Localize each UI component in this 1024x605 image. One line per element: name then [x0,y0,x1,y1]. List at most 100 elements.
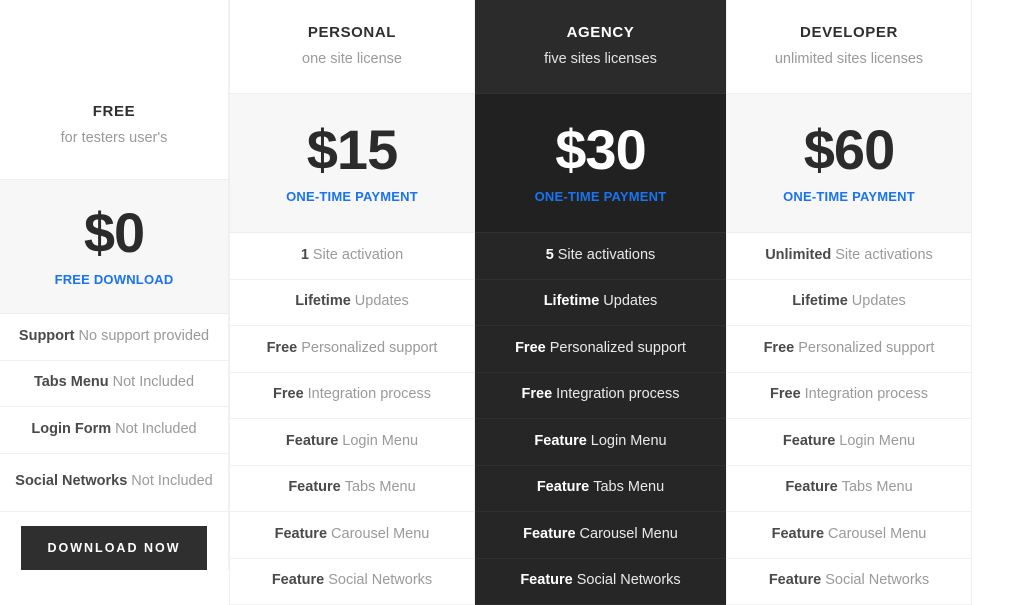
feature-row: FreeIntegration process [475,373,726,420]
plan-subtitle: one site license [302,51,402,68]
feature-value: Login Menu [342,432,418,452]
feature-list-agency: 5Site activationsLifetimeUpdatesFreePers… [475,233,726,605]
feature-label: Free [515,339,546,359]
feature-value: Updates [355,292,409,312]
feature-label: Free [273,385,304,405]
feature-row: FeatureTabs Menu [475,466,726,513]
pricing-column-personal: PERSONAL one site license $15 ONE-TIME P… [229,0,475,605]
plan-name: PERSONAL [308,24,396,42]
feature-row: SupportNo support provided [0,314,228,361]
feature-row: UnlimitedSite activations [727,233,971,280]
feature-value: No support provided [79,327,210,347]
feature-label: Feature [534,432,586,452]
pricing-column-free: FREE for testers user's $0 FREE DOWNLOAD… [0,0,229,570]
feature-label: Free [764,339,795,359]
feature-row: FeatureSocial Networks [475,559,726,605]
plan-price-block: $30 ONE-TIME PAYMENT [475,94,726,233]
feature-value: Personalized support [301,339,437,359]
feature-value: Login Menu [591,432,667,452]
price-amount: $60 [804,122,894,178]
feature-label: Free [522,385,553,405]
plan-name: AGENCY [567,24,635,42]
plan-header-free: FREE for testers user's [0,72,228,180]
feature-value: Carousel Menu [331,525,429,545]
feature-label: Feature [772,525,824,545]
feature-value: Not Included [113,373,194,393]
feature-list-developer: UnlimitedSite activationsLifetimeUpdates… [727,233,971,605]
feature-value: Tabs Menu [345,478,416,498]
feature-row: Social NetworksNot Included [0,454,228,512]
feature-label: 1 [301,246,309,266]
feature-row: FeatureSocial Networks [727,559,971,605]
feature-value: Updates [603,292,657,312]
feature-label: Feature [520,571,572,591]
plan-header-developer: DEVELOPER unlimited sites licenses [727,0,971,94]
plan-price-block: $0 FREE DOWNLOAD [0,180,228,314]
feature-value: Site activation [313,246,403,266]
pricing-column-agency: AGENCY five sites licenses $30 ONE-TIME … [475,0,726,605]
feature-value: Social Networks [328,571,432,591]
feature-label: Free [770,385,801,405]
feature-row: Login FormNot Included [0,407,228,454]
feature-value: Carousel Menu [580,525,678,545]
feature-value: Updates [852,292,906,312]
feature-value: Site activations [835,246,933,266]
plan-price-block: $60 ONE-TIME PAYMENT [727,94,971,233]
feature-label: Feature [783,432,835,452]
feature-row: FeatureCarousel Menu [475,512,726,559]
feature-label: Feature [523,525,575,545]
feature-value: Social Networks [825,571,929,591]
feature-row: FeatureTabs Menu [727,466,971,513]
feature-list-personal: 1Site activationLifetimeUpdatesFreePerso… [230,233,474,605]
pricing-column-developer: DEVELOPER unlimited sites licenses $60 O… [726,0,972,605]
feature-label: Login Form [31,420,111,440]
plan-header-personal: PERSONAL one site license [230,0,474,94]
price-note: FREE DOWNLOAD [55,272,174,288]
feature-row: FeatureLogin Menu [475,419,726,466]
feature-row: FeatureLogin Menu [727,419,971,466]
plan-subtitle: unlimited sites licenses [775,51,923,68]
feature-label: Lifetime [295,292,351,312]
feature-value: Integration process [556,385,679,405]
feature-row: LifetimeUpdates [230,280,474,327]
feature-row: FeatureLogin Menu [230,419,474,466]
feature-label: Feature [785,478,837,498]
feature-value: Social Networks [577,571,681,591]
plan-name: FREE [93,103,135,121]
feature-value: Personalized support [550,339,686,359]
plan-price-block: $15 ONE-TIME PAYMENT [230,94,474,233]
feature-row: FeatureTabs Menu [230,466,474,513]
feature-row: FreeIntegration process [230,373,474,420]
plan-header-agency: AGENCY five sites licenses [475,0,726,94]
download-now-button[interactable]: Download Now [21,526,206,570]
feature-label: Free [267,339,298,359]
feature-row: LifetimeUpdates [475,280,726,327]
price-amount: $15 [307,122,397,178]
feature-value: Integration process [805,385,928,405]
feature-value: Tabs Menu [842,478,913,498]
feature-label: Feature [275,525,327,545]
feature-row: FeatureSocial Networks [230,559,474,605]
feature-label: Social Networks [15,472,127,492]
feature-row: LifetimeUpdates [727,280,971,327]
feature-value: Carousel Menu [828,525,926,545]
feature-row: FeatureCarousel Menu [727,512,971,559]
plan-subtitle: for testers user's [61,130,168,147]
price-note: ONE-TIME PAYMENT [783,189,915,205]
feature-row: 1Site activation [230,233,474,280]
feature-label: Unlimited [765,246,831,266]
feature-value: Tabs Menu [593,478,664,498]
cta-container: Download Now [0,512,228,570]
price-amount: $0 [84,205,144,261]
feature-value: Personalized support [798,339,934,359]
feature-row: FreePersonalized support [475,326,726,373]
feature-value: Login Menu [839,432,915,452]
feature-row: FreePersonalized support [727,326,971,373]
feature-row: FreePersonalized support [230,326,474,373]
plan-subtitle: five sites licenses [544,51,657,68]
feature-label: Feature [769,571,821,591]
price-amount: $30 [555,122,645,178]
price-note: ONE-TIME PAYMENT [286,189,418,205]
feature-label: 5 [546,246,554,266]
feature-value: Not Included [131,472,212,492]
